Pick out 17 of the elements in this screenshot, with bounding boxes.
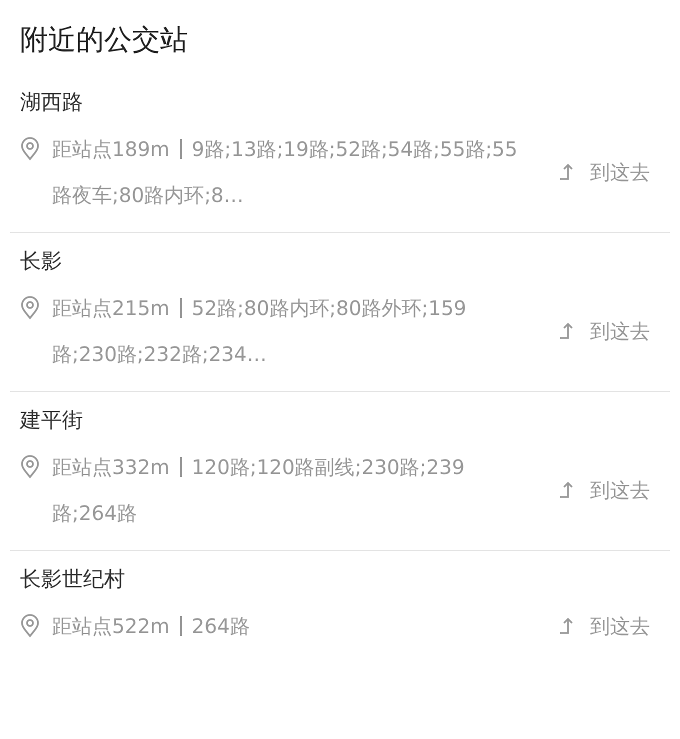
location-pin-icon: [20, 137, 40, 161]
stop-info-text: 距站点215m 52路;80路内环;80路外环;159路;230路;232路;234…: [52, 295, 468, 368]
go-here-button[interactable]: 到这去: [558, 316, 650, 346]
location-pin-icon: [20, 614, 40, 638]
location-pin-icon: [20, 455, 40, 479]
stop-name: 长影: [20, 248, 62, 275]
go-here-button[interactable]: 到这去: [558, 611, 650, 641]
stop-name: 建平街: [20, 407, 83, 434]
stop-info-text: 距站点189m 9路;13路;19路;52路;54路;55路;55路夜车;80路内环;8…: [52, 136, 519, 209]
stop-info-text: 距站点522m 264路: [52, 613, 250, 640]
stop-name: 长影世纪村: [20, 566, 125, 593]
go-here-button[interactable]: 到这去: [558, 157, 650, 187]
stop-name: 湖西路: [20, 89, 83, 116]
go-here-button[interactable]: 到这去: [558, 475, 650, 505]
stop-info-text: 距站点332m 120路;120路副线;230路;239路;264路: [52, 454, 466, 527]
page-title: 附近的公交站: [19, 22, 189, 58]
location-pin-icon: [20, 296, 40, 320]
